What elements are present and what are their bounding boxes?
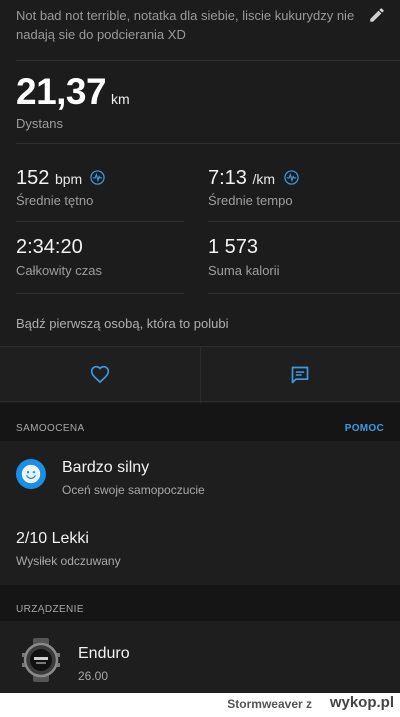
help-link[interactable]: POMOC [345, 423, 384, 434]
footer-strip: Stormweaver z wykop.pl [0, 693, 400, 717]
divider [208, 293, 400, 294]
pace-value: 7:13 /km [208, 167, 276, 189]
feel-subtitle: Oceń swoje samopoczucie [62, 483, 205, 497]
heart-rate-value: 152 bpm [16, 167, 83, 189]
note-text: Not bad not terrible, notatka dla siebie… [16, 8, 355, 42]
divider [208, 221, 400, 222]
heart-rate-chart-icon[interactable] [90, 170, 105, 185]
effort-title: 2/10 Lekki [16, 530, 89, 547]
total-time-label: Całkowity czas [16, 263, 102, 278]
watch-icon [22, 638, 60, 682]
device-section-title: URZĄDZENIE [16, 604, 84, 615]
heart-icon [90, 365, 110, 384]
credit-text: Stormweaver z [227, 697, 312, 711]
calories-label: Suma kalorii [208, 263, 280, 278]
action-bar [0, 346, 400, 403]
effort-subtitle: Wysiłek odczuwany [16, 554, 121, 568]
pencil-icon[interactable] [368, 6, 386, 24]
smiley-icon [16, 459, 46, 489]
device-version: 26.00 [78, 669, 109, 683]
device-header: URZĄDZENIE [0, 585, 400, 621]
distance-value: 21,37 [16, 71, 107, 112]
comment-icon [291, 366, 309, 384]
calories-value: 1 573 [208, 236, 259, 258]
device-name: Enduro [78, 645, 130, 662]
distance-label: Dystans [16, 116, 63, 131]
heart-rate-label: Średnie tętno [16, 193, 94, 208]
feel-row[interactable] [0, 441, 400, 509]
pace-label: Średnie tempo [208, 193, 293, 208]
self-eval-title: SAMOOCENA [16, 423, 85, 434]
total-time-value: 2:34:20 [16, 236, 83, 258]
divider [16, 143, 400, 144]
activity-note[interactable]: Not bad not terrible, notatka dla siebie… [0, 0, 400, 60]
pace-chart-icon[interactable] [284, 170, 299, 185]
wykop-logo: wykop.pl [329, 694, 394, 711]
distance-unit: km [111, 91, 130, 107]
comment-button[interactable] [200, 347, 400, 403]
like-button[interactable] [0, 347, 200, 403]
divider [16, 293, 184, 294]
likes-prompt: Bądź pierwszą osobą, która to polubi [16, 316, 229, 331]
divider [16, 221, 184, 222]
feel-title: Bardzo silny [62, 459, 150, 476]
self-eval-header: SAMOOCENA POMOC [0, 403, 400, 441]
divider [16, 60, 400, 61]
